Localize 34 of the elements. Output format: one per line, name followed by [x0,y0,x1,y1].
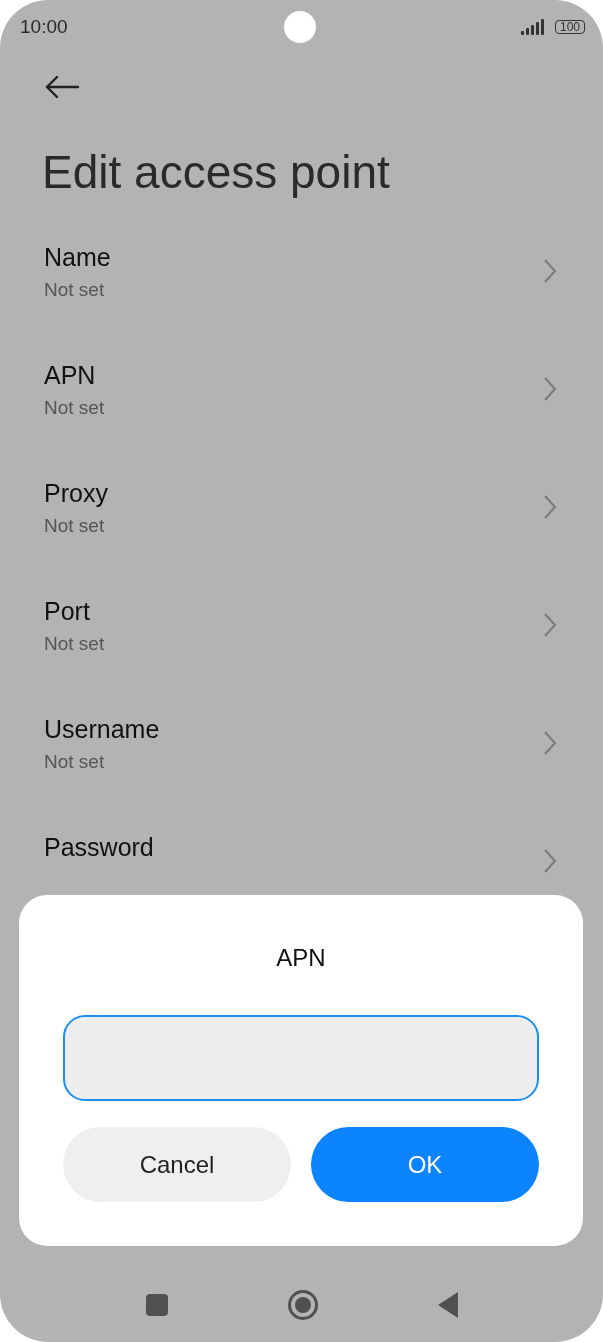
setting-label: Password [44,832,154,862]
setting-label: APN [44,360,97,390]
settings-item[interactable]: APN Not set [0,360,603,478]
settings-item[interactable]: Proxy Not set [0,478,603,596]
setting-value: Not set [44,514,106,538]
page-title: Edit access point [42,145,391,200]
setting-label: Port [44,596,91,626]
settings-item[interactable]: Name Not set [0,242,603,360]
setting-label: Name [44,242,111,272]
back-arrow-icon[interactable] [44,75,80,99]
setting-label: Username [44,714,160,744]
setting-value: Not set [44,750,106,774]
chevron-icon [543,494,557,520]
recents-icon[interactable] [145,1294,168,1316]
camera-hole [284,11,316,43]
settings-item[interactable]: Username Not set [0,714,603,832]
setting-value: Not set [44,632,105,656]
setting-label: Proxy [44,478,108,508]
settings-item[interactable]: Port Not set [0,596,603,714]
cancel-button[interactable]: Cancel [63,1127,291,1202]
chevron-icon [543,258,557,284]
battery-indicator: 100 [554,20,585,34]
home-icon[interactable] [287,1290,318,1320]
back-icon[interactable] [437,1292,458,1318]
input-field[interactable] [63,1015,539,1101]
chevron-icon [543,730,557,756]
status-time: 10:00 [20,16,68,38]
signal-icon [520,19,547,35]
setting-value: Not set [44,278,106,302]
chevron-icon [543,612,557,638]
setting-value: Not set [44,396,105,420]
ok-button[interactable]: OK [311,1127,539,1202]
chevron-icon [543,376,557,402]
chevron-icon [543,848,557,874]
